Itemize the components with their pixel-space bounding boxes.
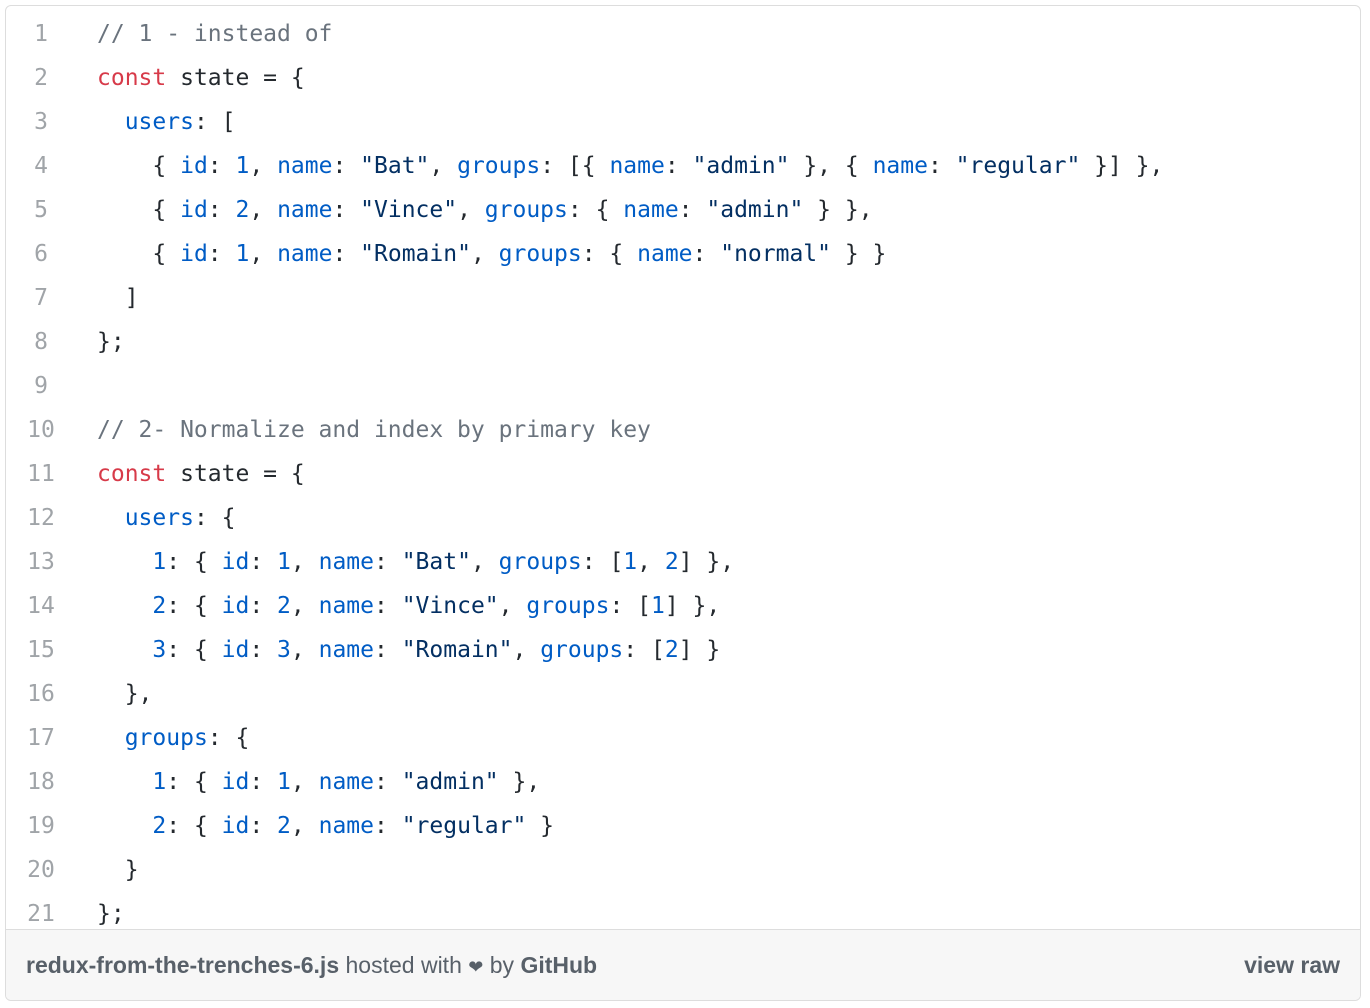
code-line: 8}; (6, 320, 1360, 364)
file-name-link[interactable]: redux-from-the-trenches-6.js (26, 952, 339, 978)
by-text: by (489, 952, 515, 978)
line-code: 2: { id: 2, name: "Vince", groups: [1] }… (152, 593, 721, 619)
line-code: { id: 1, name: "Bat", groups: [{ name: "… (97, 153, 1164, 179)
line-code: 2: { id: 2, name: "regular" } (152, 813, 555, 839)
github-link[interactable]: GitHub (520, 952, 597, 978)
line-number[interactable]: 3 (6, 100, 76, 144)
line-number[interactable]: 11 (6, 452, 76, 496)
hosted-with-text: hosted with (345, 952, 462, 978)
code-line: 7 ] (6, 276, 1360, 320)
heart-icon: ❤ (468, 957, 484, 977)
code-line: 16 }, (6, 672, 1360, 716)
line-number[interactable]: 4 (6, 144, 76, 188)
code-line: 10 // 2- Normalize and index by primary k… (6, 408, 1360, 452)
code-line: 13 1: { id: 1, name: "Bat", groups: [1, … (6, 540, 1360, 584)
line-number[interactable]: 2 (6, 56, 76, 100)
code-line: 6 { id: 1, name: "Romain", groups: { nam… (6, 232, 1360, 276)
code-line: 14 2: { id: 2, name: "Vince", groups: [1… (6, 584, 1360, 628)
line-code: }; (97, 329, 125, 355)
code-line: 5 { id: 2, name: "Vince", groups: { name… (6, 188, 1360, 232)
line-number[interactable]: 7 (6, 276, 76, 320)
line-number[interactable]: 8 (6, 320, 76, 364)
view-raw-link[interactable]: view raw (1244, 930, 1340, 1000)
line-number[interactable]: 12 (6, 496, 76, 540)
code-line: 4 { id: 1, name: "Bat", groups: [{ name:… (6, 144, 1360, 188)
code-line: 20 } (6, 848, 1360, 892)
line-code: // 1 - instead of (97, 21, 333, 47)
code-line: 19 2: { id: 2, name: "regular" } (6, 804, 1360, 848)
line-number[interactable]: 10 (6, 408, 76, 452)
line-number[interactable]: 17 (6, 716, 76, 760)
line-code: const state = { (97, 65, 305, 91)
line-number[interactable]: 19 (6, 804, 76, 848)
code-line: 11 const state = { (6, 452, 1360, 496)
code-line: 18 1: { id: 1, name: "admin" }, (6, 760, 1360, 804)
line-code: 1: { id: 1, name: "Bat", groups: [1, 2] … (152, 549, 735, 575)
code-line: 17 groups: { (6, 716, 1360, 760)
line-code: { id: 1, name: "Romain", groups: { name:… (97, 241, 887, 267)
line-number[interactable]: 6 (6, 232, 76, 276)
line-number[interactable]: 20 (6, 848, 76, 892)
code-line: 3 users: [ (6, 100, 1360, 144)
line-number[interactable]: 15 (6, 628, 76, 672)
line-code: }, (97, 681, 153, 707)
line-number[interactable]: 5 (6, 188, 76, 232)
line-code: 1: { id: 1, name: "admin" }, (152, 769, 541, 795)
line-number[interactable]: 9 (6, 364, 76, 408)
line-number[interactable]: 16 (6, 672, 76, 716)
code-line: 12 users: { (6, 496, 1360, 540)
line-code: // 2- Normalize and index by primary key (97, 417, 651, 443)
code-line: 1 // 1 - instead of (6, 12, 1360, 56)
line-code: users: [ (124, 109, 236, 135)
gist-footer: redux-from-the-trenches-6.js hosted with… (6, 929, 1360, 1000)
line-code: groups: { (124, 725, 250, 751)
line-number[interactable]: 18 (6, 760, 76, 804)
line-number[interactable]: 1 (6, 12, 76, 56)
code-line: 9 (6, 364, 1360, 408)
code-line: 2 const state = { (6, 56, 1360, 100)
line-number[interactable]: 13 (6, 540, 76, 584)
code-line: 15 3: { id: 3, name: "Romain", groups: [… (6, 628, 1360, 672)
line-code: users: { (124, 505, 236, 531)
gist-embed: 1 // 1 - instead of 2 const state = { 3 user… (5, 5, 1361, 1001)
line-code: ] (97, 285, 139, 311)
line-code: const state = { (97, 461, 305, 487)
line-code: 3: { id: 3, name: "Romain", groups: [2] … (152, 637, 721, 663)
code-block: 1 // 1 - instead of 2 const state = { 3 user… (6, 6, 1360, 931)
line-code: } (97, 857, 139, 883)
line-code: { id: 2, name: "Vince", groups: { name: … (97, 197, 873, 223)
line-number[interactable]: 14 (6, 584, 76, 628)
gist-meta: redux-from-the-trenches-6.js hosted with… (26, 930, 597, 1000)
